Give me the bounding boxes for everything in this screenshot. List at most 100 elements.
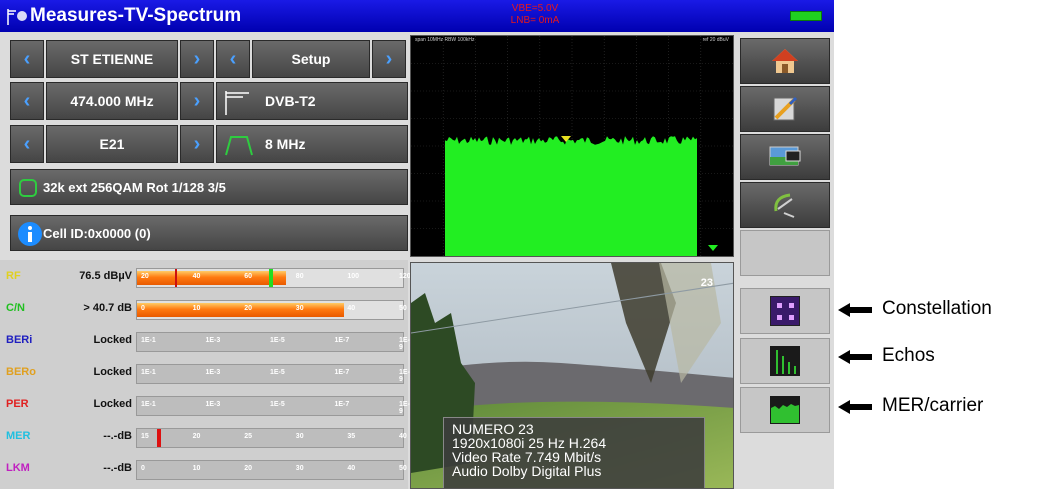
setup-prev-button[interactable]: ‹ — [216, 40, 250, 78]
meter-tick: 20 — [192, 433, 201, 440]
meter-value: --.-dB — [103, 462, 132, 474]
meter-tick: 100 — [347, 273, 360, 280]
antenna-icon — [225, 91, 249, 115]
setup-button[interactable]: Setup — [252, 40, 370, 78]
measurement-meters: RF 76.5 dBµV 20 40 60 80 100 120 C/N > 40.7 dB 0 10… — [0, 260, 411, 489]
meter-bar: 0 10 20 30 40 50 — [136, 460, 407, 480]
frequency-next-button[interactable]: › — [180, 82, 214, 120]
home-icon — [772, 49, 798, 73]
meter-tick: 0 — [141, 465, 145, 472]
meter-bar: 1E-1 1E-3 1E-5 1E-7 1E-9 — [136, 364, 410, 384]
meter-bar: 0 10 20 30 40 50 — [136, 300, 407, 320]
screenshot-icon — [769, 146, 801, 166]
meter-fill — [137, 303, 345, 317]
bandwidth-label: 8 MHz — [265, 136, 306, 152]
meter-row: LKM --.-dB 0 10 20 30 40 50 — [0, 458, 408, 482]
spectrum-ref-label: ref 20 dBuV — [702, 37, 729, 43]
meter-row: BERi Locked 1E-1 1E-3 1E-5 1E-7 1E-9 — [0, 330, 410, 354]
meter-row: PER Locked 1E-1 1E-3 1E-5 1E-7 1E-9 — [0, 394, 410, 418]
video-format: 1920x1080i 25 Hz H.264 — [452, 435, 607, 451]
site-prev-button[interactable]: ‹ — [10, 40, 44, 78]
meter-tick: 1E-7 — [334, 337, 350, 344]
meter-tick: 1E-9 — [399, 337, 410, 351]
bandwidth-filter-icon — [225, 136, 253, 156]
meter-marker — [269, 269, 273, 287]
meter-tick: 1E-7 — [334, 369, 350, 376]
channel-button[interactable]: E21 — [46, 125, 178, 163]
meter-row: BERo Locked 1E-1 1E-3 1E-5 1E-7 1E-9 — [0, 362, 410, 386]
meter-value: > 40.7 dB — [83, 302, 132, 314]
modulation-icon — [19, 179, 37, 197]
annotation-constellation: Constellation — [882, 298, 992, 319]
meter-tick: 40 — [347, 465, 356, 472]
service-name: NUMERO 23 — [452, 421, 534, 437]
meter-tick: 15 — [141, 433, 149, 440]
meter-tick: 1E-1 — [141, 401, 156, 408]
meter-tick: 30 — [295, 305, 304, 312]
meter-name: BERo — [6, 366, 36, 378]
meter-name: LKM — [6, 462, 30, 474]
modulation-button[interactable]: 32k ext 256QAM Rot 1/128 3/5 — [10, 169, 408, 205]
meter-name: BERi — [6, 334, 33, 346]
settings-button[interactable] — [740, 86, 830, 132]
standard-button[interactable]: DVB-T2 — [216, 82, 408, 120]
frequency-button[interactable]: 474.000 MHz — [46, 82, 178, 120]
meter-tick: 1E-1 — [141, 337, 156, 344]
video-info-box: NUMERO 23 1920x1080i 25 Hz H.264 Video R… — [443, 417, 705, 488]
video-rate: Video Rate 7.749 Mbit/s — [452, 449, 602, 465]
home-button[interactable] — [740, 38, 830, 84]
meter-value: --.-dB — [103, 430, 132, 442]
left-arrow-icon — [838, 303, 872, 317]
channel-next-button[interactable]: › — [180, 125, 214, 163]
mer-carrier-button[interactable] — [740, 387, 830, 433]
meter-threshold — [157, 429, 161, 447]
meter-tick: 20 — [244, 305, 252, 312]
video-preview[interactable]: 23 NUMERO 23 1920x1080i 25 Hz H.264 Vide… — [410, 262, 734, 489]
setup-next-button[interactable]: › — [372, 40, 406, 78]
meter-row: RF 76.5 dBµV 20 40 60 80 100 120 — [0, 266, 411, 290]
spectrum-display[interactable]: span 10MHz RBW 100kHz ref 20 dBuV — [410, 35, 734, 257]
meter-tick: 40 — [347, 305, 356, 312]
info-icon — [18, 222, 42, 246]
audio-format: Audio Dolby Digital Plus — [452, 463, 602, 479]
ref-marker-icon — [708, 245, 718, 251]
meter-tick: 35 — [347, 433, 356, 440]
battery-icon — [790, 11, 822, 21]
frequency-prev-button[interactable]: ‹ — [10, 82, 44, 120]
meter-bar: 15 20 25 30 35 40 — [136, 428, 407, 448]
constellation-icon — [770, 296, 800, 326]
bandwidth-button[interactable]: 8 MHz — [216, 125, 408, 163]
echos-button[interactable] — [740, 338, 830, 384]
meter-name: PER — [6, 398, 29, 410]
satellite-dish-button[interactable] — [740, 182, 830, 228]
cell-id-button[interactable]: Cell ID:0x0000 (0) — [10, 215, 408, 251]
screenshot-button[interactable] — [740, 134, 830, 180]
spectrum-plot — [411, 36, 733, 256]
annotation-echos: Echos — [882, 345, 935, 366]
meter-tick: 120 — [399, 273, 411, 280]
left-arrow-icon — [838, 400, 872, 414]
site-button[interactable]: ST ETIENNE — [46, 40, 178, 78]
meter-value: 76.5 dBµV — [79, 270, 132, 282]
echos-icon — [770, 346, 800, 376]
meter-tick: 20 — [141, 273, 149, 280]
satellite-dish-icon — [774, 193, 795, 218]
analyzer-screen: Measures-TV-Spectrum VBE=5.0V LNB= 0mA ‹… — [0, 0, 834, 489]
empty-toolbar-slot — [740, 230, 830, 276]
constellation-button[interactable] — [740, 288, 830, 334]
meter-row: C/N > 40.7 dB 0 10 20 30 40 50 — [0, 298, 408, 322]
antenna-icon — [7, 9, 27, 25]
meter-row: MER --.-dB 15 20 25 30 35 40 — [0, 426, 408, 450]
meter-tick: 1E-3 — [205, 401, 221, 408]
meter-tick: 20 — [244, 465, 252, 472]
title-bar: Measures-TV-Spectrum VBE=5.0V LNB= 0mA — [0, 0, 834, 32]
meter-tick: 80 — [295, 273, 304, 280]
meter-tick: 1E-9 — [399, 369, 410, 383]
meter-tick: 1E-5 — [270, 401, 285, 408]
channel-prev-button[interactable]: ‹ — [10, 125, 44, 163]
meter-tick: 1E-1 — [141, 369, 156, 376]
meter-tick: 60 — [244, 273, 252, 280]
spectrum-span-label: span 10MHz RBW 100kHz — [415, 37, 475, 43]
standard-label: DVB-T2 — [265, 93, 316, 109]
site-next-button[interactable]: › — [180, 40, 214, 78]
